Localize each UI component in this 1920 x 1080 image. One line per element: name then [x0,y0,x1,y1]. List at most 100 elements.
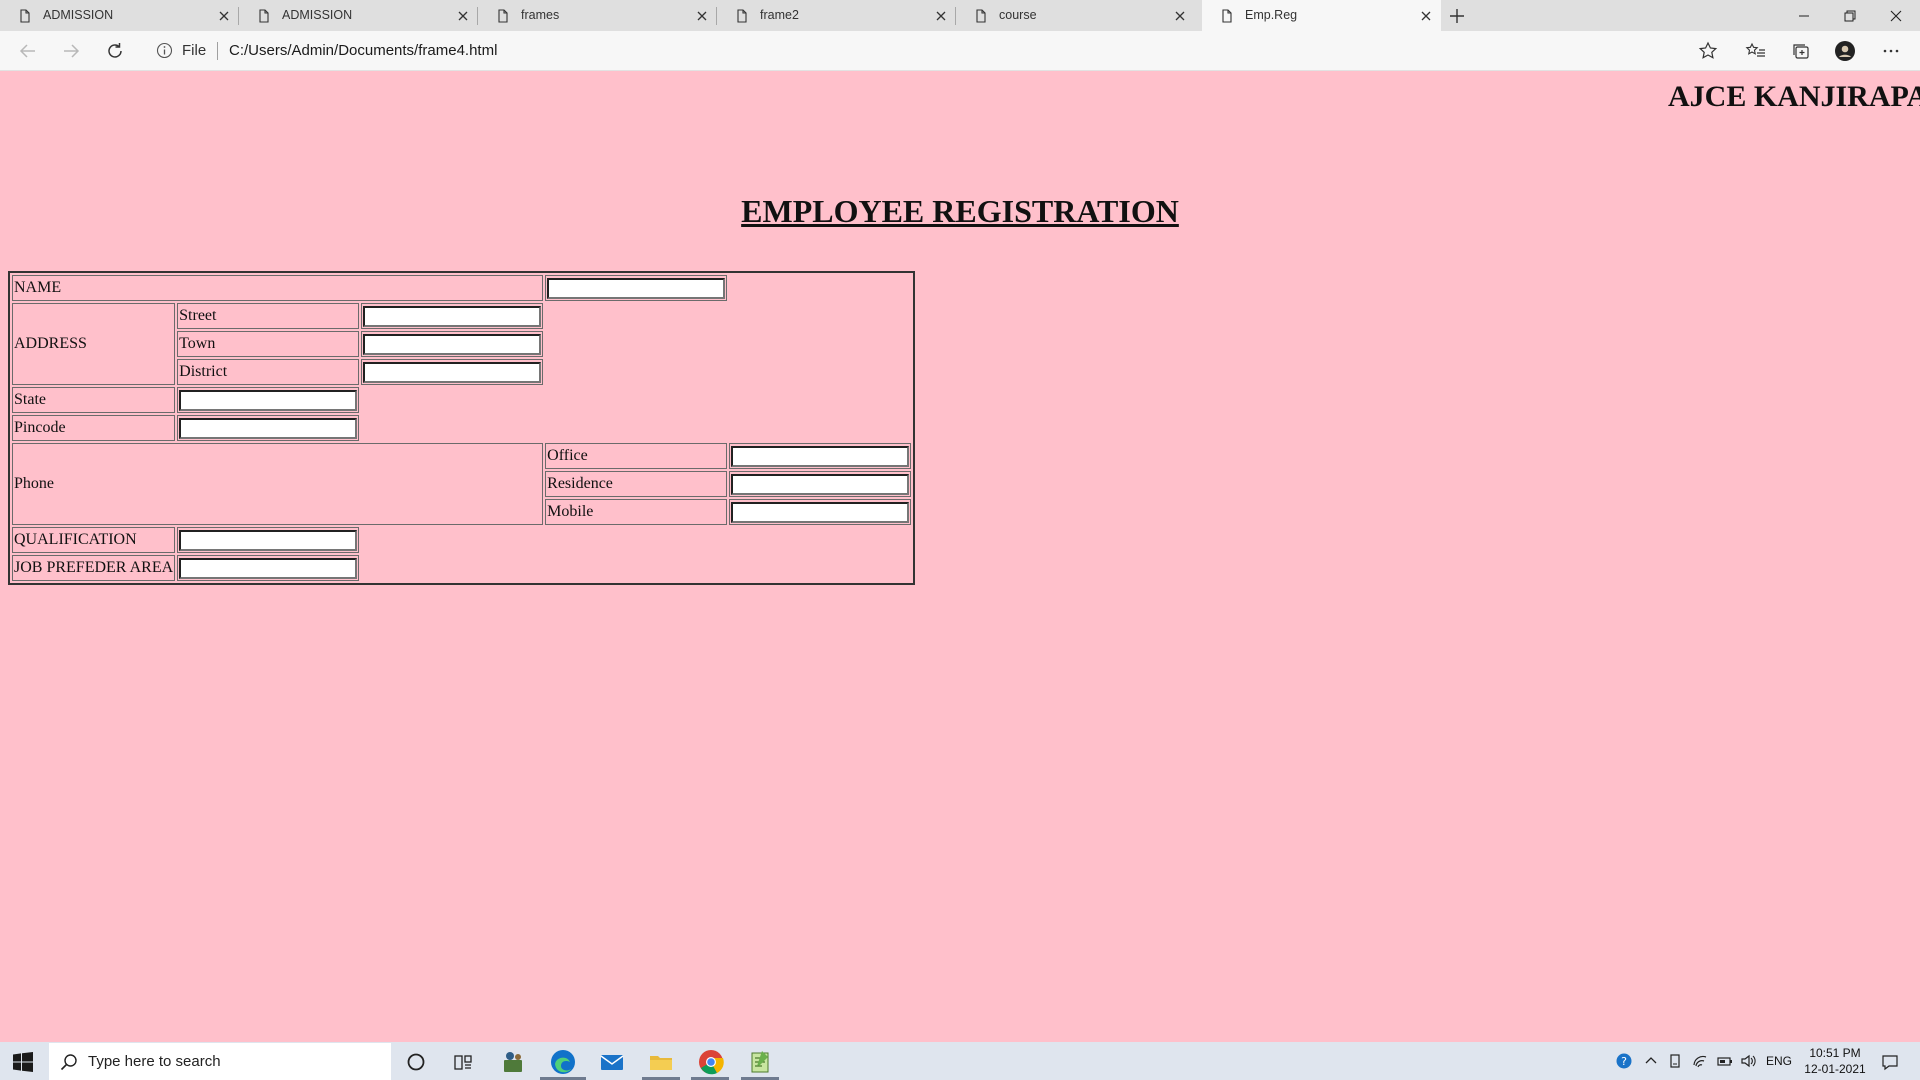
search-icon [60,1054,77,1071]
pincode-input[interactable] [179,417,358,439]
chevron-up-icon[interactable] [1643,1053,1659,1069]
close-icon[interactable] [1419,9,1433,23]
new-tab-icon[interactable] [1447,6,1467,26]
office-phone-input[interactable] [731,445,910,467]
close-icon[interactable] [934,9,948,23]
wifi-icon[interactable] [1692,1053,1708,1069]
tab-title: frame2 [760,8,799,22]
residence-phone-input[interactable] [731,473,910,495]
close-icon[interactable] [456,9,470,23]
clock-time: 10:51 PM [1809,1046,1861,1060]
page-icon [20,9,30,23]
office-label: Office [545,443,728,469]
town-input[interactable] [363,333,542,355]
address-label: ADDRESS [12,303,176,385]
tab-admission-2[interactable]: ADMISSION [239,0,478,31]
phone-label: Phone [12,443,544,525]
mobile-phone-input[interactable] [731,501,910,523]
close-icon[interactable] [695,9,709,23]
qualification-field-cell [177,527,360,553]
street-field-cell [361,303,544,329]
device-icon[interactable] [1667,1053,1683,1069]
back-icon[interactable] [17,40,39,62]
address-bar[interactable]: C:/Users/Admin/Documents/frame4.html [229,42,497,59]
windows-start-icon[interactable] [13,1052,33,1072]
office-field-cell [729,443,912,469]
task-view-icon[interactable] [449,1048,477,1076]
state-label: State [12,387,176,413]
minimize-icon[interactable] [1793,5,1815,27]
restore-icon[interactable] [1839,5,1861,27]
people-app-icon[interactable] [499,1048,527,1076]
page-icon [498,9,508,23]
svg-text:?: ? [1621,1055,1627,1068]
mail-icon[interactable] [598,1048,626,1076]
residence-label: Residence [545,471,728,497]
chrome-browser-icon[interactable] [697,1048,725,1076]
refresh-icon[interactable] [104,40,126,62]
page-icon [737,9,747,23]
pincode-field-cell [177,415,360,441]
tab-title: ADMISSION [282,8,353,22]
edge-browser-icon[interactable] [549,1048,577,1076]
address-separator [217,42,218,60]
info-icon[interactable] [156,42,173,59]
close-window-icon[interactable] [1885,5,1907,27]
tab-admission-1[interactable]: ADMISSION [0,0,239,31]
street-input[interactable] [363,305,542,327]
language-indicator[interactable]: ENG [1766,1054,1792,1068]
street-label: Street [177,303,360,329]
qualification-label: QUALIFICATION [12,527,176,553]
favorites-list-icon[interactable] [1745,40,1767,62]
registration-form: NAME ADDRESS Street Town District State … [8,271,916,585]
qualification-input[interactable] [179,529,358,551]
district-field-cell [361,359,544,385]
browser-toolbar: File C:/Users/Admin/Documents/frame4.htm… [0,31,1920,71]
close-icon[interactable] [217,9,231,23]
volume-icon[interactable] [1740,1053,1756,1069]
town-label: Town [177,331,360,357]
page-title: EMPLOYEE REGISTRATION [741,193,1179,229]
file-explorer-icon[interactable] [647,1048,675,1076]
name-field-cell [545,275,728,301]
notifications-icon[interactable] [1881,1053,1899,1071]
tab-title: frames [521,8,560,22]
tab-title: Emp.Reg [1245,8,1298,22]
name-label: NAME [12,275,544,301]
district-input[interactable] [363,361,542,383]
scheme-label: File [182,42,207,59]
collections-icon[interactable] [1790,40,1812,62]
clock-date: 12-01-2021 [1804,1062,1866,1076]
tab-course[interactable]: course [956,0,1195,31]
battery-icon[interactable] [1717,1053,1733,1069]
job-area-input[interactable] [179,557,358,579]
tab-title: course [999,8,1037,22]
tab-frames[interactable]: frames [478,0,717,31]
tab-emp-reg[interactable]: Emp.Reg [1202,0,1441,32]
page-icon [259,9,269,23]
more-menu-icon[interactable] [1880,40,1902,62]
favorite-star-icon[interactable] [1697,40,1719,62]
cortana-icon[interactable] [402,1048,430,1076]
district-label: District [177,359,360,385]
town-field-cell [361,331,544,357]
residence-field-cell [729,471,912,497]
name-input[interactable] [547,277,726,299]
profile-avatar-icon[interactable] [1834,40,1856,62]
system-clock[interactable]: 10:51 PM 12-01-2021 [1800,1045,1870,1077]
tab-frame2[interactable]: frame2 [717,0,956,31]
tab-title: ADMISSION [43,8,114,22]
mobile-field-cell [729,499,912,525]
taskbar-search-box[interactable]: Type here to search [49,1043,391,1080]
close-icon[interactable] [1173,9,1187,23]
pincode-label: Pincode [12,415,176,441]
forward-icon[interactable] [60,40,82,62]
page-icon [976,9,986,23]
search-placeholder: Type here to search [88,1053,221,1070]
job-area-field-cell [177,555,360,581]
job-area-label: JOB PREFEDER AREA [12,555,176,581]
state-input[interactable] [179,389,358,411]
state-field-cell [177,387,360,413]
help-icon[interactable]: ? [1616,1053,1632,1069]
notepad-plus-icon[interactable] [746,1048,774,1076]
